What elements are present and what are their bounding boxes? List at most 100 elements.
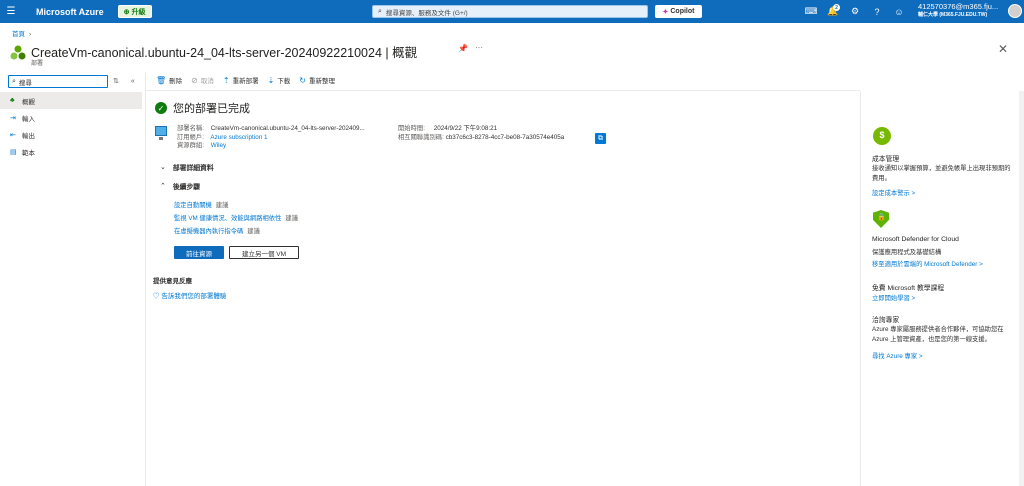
download-label: 下載 (277, 78, 291, 85)
expand-icon[interactable]: ⇅ (113, 78, 119, 85)
sidebar-item-label: 概觀 (22, 98, 35, 106)
feedback-icon: ♡ (153, 293, 160, 300)
list-item: 設定自動關機 建議 (174, 200, 228, 209)
settings-icon[interactable]: ⚙ (844, 4, 866, 19)
cloud-shell-icon[interactable]: ⌨ (800, 4, 822, 19)
defender-link[interactable]: 移至適用於雲端的 Microsoft Defender > (872, 259, 983, 268)
correlation-label: 相互關聯識別碼: (398, 133, 444, 141)
copilot-label: Copilot (670, 8, 695, 15)
resource-group-link[interactable]: Wiley (211, 142, 226, 149)
account-menu[interactable]: 412570376@m365.fju... 輔仁大學 (M365.FJU.EDU… (918, 3, 998, 19)
cost-alert-link[interactable]: 設定成本警示 > (872, 188, 915, 197)
cost-title: 成本管理 (872, 156, 900, 163)
command-bar: 🗑 刪除 ⊘ 取消 ⇡ 重新部署 ⇣ 下載 ↻ 重新整理 (156, 75, 344, 86)
deployment-details-label: 部署詳細資料 (172, 165, 214, 172)
start-time-label: 開始時間: (398, 125, 425, 132)
trash-icon: 🗑 (156, 75, 167, 85)
top-bar: ☰ Microsoft Azure ⊕ 升級 ⌕ 搜尋資源、服務及文件 (G+/… (0, 0, 1024, 23)
next-step-link[interactable]: 監視 VM 健康情況、效能與網路相依性 (174, 215, 281, 222)
cancel-icon: ⊘ (191, 75, 198, 85)
redeploy-label: 重新部署 (232, 78, 259, 85)
brand-title[interactable]: Microsoft Azure (36, 7, 104, 17)
upload-icon: ⇡ (222, 75, 230, 85)
sidebar-item-label: 輸入 (22, 115, 35, 123)
deployment-info: 部署名稱: CreateVm-canonical.ubuntu-24_04-lt… (177, 125, 365, 151)
training-link[interactable]: 立即開始學習 > (872, 293, 915, 302)
sidebar-item-input[interactable]: ⇥ 輸入 (0, 109, 142, 126)
cost-management-icon (873, 127, 891, 145)
recommended-tag: 建議 (215, 202, 229, 209)
sidebar-item-template[interactable]: ▤ 範本 (0, 143, 142, 160)
download-button[interactable]: ⇣ 下載 (267, 75, 291, 86)
help-icon[interactable]: ? (866, 4, 888, 19)
output-icon: ⇤ (10, 131, 16, 139)
go-to-resource-button[interactable]: 前往資源 (174, 246, 224, 259)
redeploy-button[interactable]: ⇡ 重新部署 (222, 75, 259, 86)
input-icon: ⇥ (10, 114, 16, 122)
deployment-meta: 開始時間: 2024/9/22 下午9:08:21 相互關聯識別碼: cb37c… (398, 125, 564, 142)
scrollbar[interactable] (1019, 91, 1024, 486)
page-subtitle: 部署 (31, 61, 44, 67)
notification-badge: 2 (833, 4, 840, 11)
upgrade-icon: ⊕ (123, 8, 130, 16)
breadcrumb-home[interactable]: 首頁 (12, 31, 25, 38)
recommended-tag: 建議 (247, 228, 260, 235)
left-nav: ⌕ 搜尋 ⇅ « ♣ 概觀 ⇥ 輸入 ⇤ 輸出 ▤ 範本 (0, 72, 146, 486)
refresh-label: 重新整理 (308, 78, 335, 85)
delete-button[interactable]: 🗑 刪除 (156, 75, 182, 86)
search-icon: ⌕ (12, 77, 16, 85)
download-icon: ⇣ (267, 75, 275, 85)
upgrade-button[interactable]: ⊕ 升級 (117, 5, 152, 18)
nav-search-input[interactable]: ⌕ 搜尋 (8, 75, 108, 88)
create-another-vm-button[interactable]: 建立另一個 VM (229, 246, 299, 259)
deployment-name-label: 部署名稱: (177, 125, 204, 132)
feedback-icon[interactable]: ☺ (888, 4, 910, 19)
subscription-label: 訂用帳戶: (177, 133, 204, 141)
cancel-button[interactable]: ⊘ 取消 (191, 75, 214, 86)
collapse-icon[interactable]: « (131, 78, 135, 85)
breadcrumb: 首頁 › (12, 28, 31, 38)
defender-title: Microsoft Defender for Cloud (872, 236, 959, 243)
notifications-icon[interactable]: 🔔 2 (822, 4, 844, 19)
next-steps-toggle[interactable]: ⌃ 後續步驟 (160, 181, 200, 191)
deployment-details-toggle[interactable]: ⌄ 部署詳細資料 (160, 162, 214, 172)
chevron-down-icon: ⌄ (160, 164, 166, 171)
more-options-icon[interactable]: ··· (475, 43, 483, 52)
defender-text: 保護應用程式及基礎結構 (872, 249, 942, 256)
overview-icon: ♣ (10, 97, 15, 104)
copy-icon[interactable]: ⧉ (595, 133, 606, 144)
experts-text: Azure 專家屬服務提供者合作夥伴，可協助您在 Azure 上管理資產，也是您… (872, 326, 1004, 343)
avatar[interactable] (1008, 4, 1022, 18)
page-title: CreateVm-canonical.ubuntu-24_04-lts-serv… (31, 46, 418, 60)
search-icon: ⌕ (378, 7, 382, 15)
copilot-button[interactable]: ✦ Copilot (655, 5, 702, 18)
deployment-icon (10, 45, 26, 60)
close-icon[interactable]: ✕ (998, 42, 1008, 56)
global-search-input[interactable]: ⌕ 搜尋資源、服務及文件 (G+/) (372, 5, 648, 18)
training-title: 免費 Microsoft 教學課程 (872, 285, 945, 292)
divider (146, 90, 860, 91)
feedback-link-label: 告訴我們您的部署體驗 (161, 293, 227, 300)
sidebar-item-output[interactable]: ⇤ 輸出 (0, 126, 142, 143)
menu-icon[interactable]: ☰ (0, 0, 22, 23)
vm-monitor-icon (155, 126, 167, 140)
next-step-link[interactable]: 設定自動關機 (174, 202, 212, 209)
refresh-button[interactable]: ↻ 重新整理 (299, 75, 335, 86)
pin-icon[interactable]: 📌 (458, 44, 468, 53)
feedback-link[interactable]: ♡ 告訴我們您的部署體驗 (153, 290, 226, 300)
start-time: 2024/9/22 下午9:08:21 (433, 125, 498, 132)
next-step-link[interactable]: 在虛擬機器內執行指令碼 (174, 228, 243, 235)
subscription-link[interactable]: Azure subscription 1 (210, 134, 267, 141)
cancel-label: 取消 (200, 78, 214, 85)
correlation-id: cb37c6c3-8278-4cc7-be08-7a30574e405a (445, 133, 565, 141)
upgrade-label: 升級 (131, 8, 146, 16)
sidebar-item-label: 輸出 (22, 132, 35, 140)
chevron-right-icon: › (29, 31, 32, 38)
experts-link[interactable]: 尋找 Azure 專家 > (872, 351, 923, 360)
account-email: 412570376@m365.fju... (918, 2, 999, 11)
refresh-icon: ↻ (299, 75, 306, 85)
nav-search-placeholder: 搜尋 (18, 79, 32, 87)
checkmark-icon: ✓ (155, 102, 167, 114)
list-item: 監視 VM 健康情況、效能與網路相依性 建議 (174, 213, 298, 222)
sidebar-item-overview[interactable]: ♣ 概觀 (0, 92, 142, 109)
